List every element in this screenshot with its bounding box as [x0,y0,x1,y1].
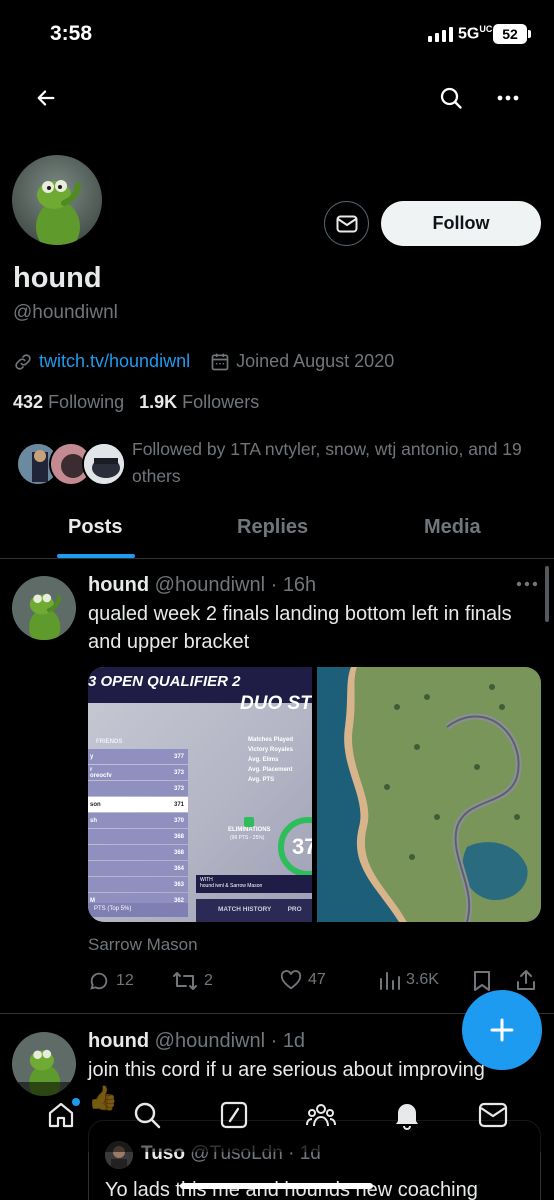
scoreboard-score: 370 [173,817,184,824]
post-text: qualed week 2 finals landing bottom left… [88,603,512,653]
network-label: 5GUC [458,24,493,43]
avatar [82,442,126,486]
share-icon[interactable] [515,969,537,996]
followed-by-text[interactable]: Followed by 1TA nvtyler, snow, wtj anton… [132,436,542,490]
search-icon[interactable] [435,82,467,114]
stat-label: Avg. Placement [248,767,293,773]
profile-avatar[interactable] [12,155,102,245]
scoreboard-score: 364 [173,865,184,872]
plus-icon [490,1018,514,1042]
calendar-icon [211,353,229,370]
scoreboard-score: 363 [173,881,184,888]
followers-link[interactable]: 1.9K Followers [139,392,259,412]
messages-icon[interactable] [478,1102,508,1133]
tab-media[interactable]: Media [424,516,481,539]
scoreboard-name: sh [90,817,98,824]
like-button[interactable]: 47 [280,970,326,990]
stat-label: Avg. PTS [248,777,275,783]
scoreboard-row: 368 [88,844,188,861]
home-icon[interactable] [46,1097,81,1135]
repost-icon [173,972,197,990]
message-button[interactable] [324,201,369,246]
link-icon [15,353,31,370]
profile-handle: @houndiwnl [13,302,118,323]
scoreboard-score: 373 [173,769,184,776]
back-icon[interactable] [30,82,62,114]
repost-button[interactable]: 2 [172,970,213,992]
scoreboard-row: y 377 [88,749,188,765]
explore-icon[interactable] [132,1100,162,1135]
scoreboard-row: 368 [88,828,188,845]
profile-meta: twitch.tv/houndiwnl Joined August 2020 [13,351,394,372]
bottom-nav [0,1082,554,1152]
grok-icon[interactable] [219,1100,249,1135]
reply-button[interactable]: 12 [88,970,134,992]
signal-icon [428,27,453,42]
battery-icon: 52 [493,24,527,44]
map-image[interactable] [317,667,541,922]
scoreboard-row: sh 370 [88,812,188,829]
stat-label: Avg. Elims [248,757,279,763]
tagged-user[interactable]: Sarrow Mason [88,935,198,955]
following-link[interactable]: 432 Following [13,392,124,412]
tab-posts[interactable]: Posts [68,516,122,539]
post-avatar[interactable] [12,576,76,640]
status-time: 3:58 [50,22,93,45]
scoreboard-score: 368 [173,849,184,856]
scrollbar[interactable] [545,566,549,622]
elims-icon [244,817,254,827]
views-icon [380,972,400,990]
scoreboard-score: 371 [173,801,184,808]
scoreboard-row: 364 [88,860,188,877]
scoreboard-rows: y 377 r oreocfv 373 373 son 371 sh 370 368 368 364 3… [88,749,188,909]
post-header: hound @houndiwnl · 1d [88,1030,306,1052]
scoreboard-score: 373 [173,785,184,792]
profile-link[interactable]: twitch.tv/houndiwnl [39,351,190,372]
compose-button[interactable] [462,990,542,1070]
reply-icon [90,972,108,990]
follow-button[interactable]: Follow [381,201,541,246]
divider [0,558,554,559]
follow-counts: 432 Following 1.9K Followers [13,392,259,413]
scoreboard-name: r oreocfv [90,766,112,779]
heart-icon [280,970,302,990]
mail-icon [336,215,357,232]
post-more-icon[interactable] [514,576,540,592]
scoreboard-row: 373 [88,780,188,797]
stats-list: Matches Played Victory Royales Avg. Elims A… [248,735,293,785]
post-header: hound @houndiwnl · 16h [88,574,317,596]
communities-icon[interactable] [305,1100,337,1135]
with-badge: WITH hound iwnl & Sarrow Mason [196,875,312,893]
scoreboard-row: son 371 [88,796,188,813]
views-button[interactable]: 3.6K [378,970,439,990]
scoreboard-row: r oreocfv 373 [88,764,188,781]
more-options-icon[interactable] [492,82,524,114]
scoreboard-name: y [90,753,94,760]
scoreboard-name: son [90,801,101,808]
scoreboard-score: 377 [173,753,184,760]
post-media[interactable]: 3 OPEN QUALIFIER 2 DUO ST FRIENDS y 377 r … [88,667,541,922]
post-text: join this cord if u are serious about im… [88,1059,485,1081]
stat-label: Victory Royales [248,747,293,753]
stat-label: Matches Played [248,737,294,743]
notifications-icon[interactable] [393,1100,421,1135]
scoreboard-row: 363 [88,876,188,893]
scoreboard-image[interactable]: 3 OPEN QUALIFIER 2 DUO ST FRIENDS y 377 r … [88,667,312,922]
big-score: 37 [278,817,312,877]
followed-by-avatars[interactable] [16,442,126,486]
battery-tip [528,30,531,38]
scoreboard-score: 368 [173,833,184,840]
joined-date: Joined August 2020 [236,351,395,371]
tab-replies[interactable]: Replies [237,516,308,539]
home-indicator [180,1183,373,1189]
profile-name: hound [13,262,102,294]
